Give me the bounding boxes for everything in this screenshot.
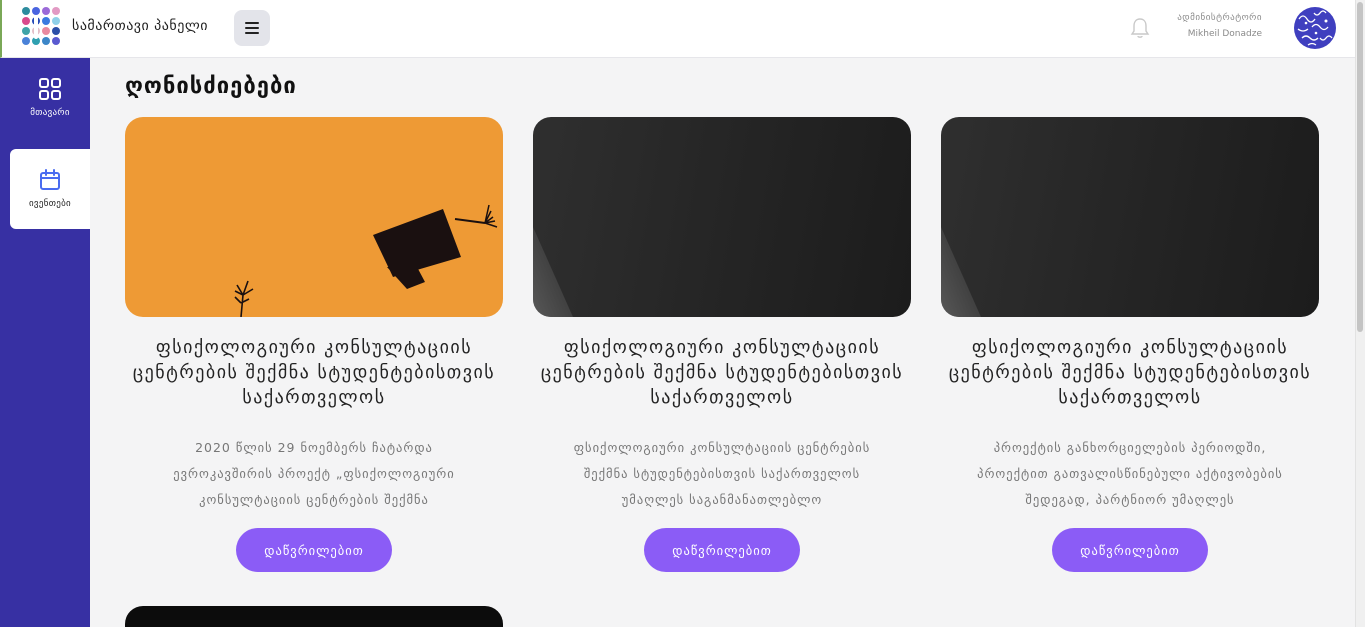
avatar[interactable] xyxy=(1294,7,1336,49)
read-more-button[interactable]: დაწვრილებით xyxy=(236,528,392,572)
page-title: ღონისძიებები xyxy=(125,74,297,99)
hamburger-icon xyxy=(245,22,259,34)
top-bar: სამართავი პანელი ადმინისტრატორი Mikheil … xyxy=(0,0,1355,58)
event-description: ფსიქოლოგიური კონსულტაციის ცენტრების შექმ… xyxy=(573,440,871,507)
event-title[interactable]: ფსიქოლოგიური კონსულტაციის ცენტრების შექმ… xyxy=(533,335,911,411)
event-card-partial[interactable] xyxy=(125,606,503,627)
event-image[interactable] xyxy=(533,117,911,317)
user-role: ადმინისტრატორი xyxy=(1177,13,1262,23)
sidebar-item-label: მთავარი xyxy=(30,108,70,118)
event-image[interactable] xyxy=(941,117,1319,317)
sidebar-item-events[interactable]: ივენთები xyxy=(10,149,90,229)
event-description: 2020 წლის 29 ნოემბერს ჩატარდა ევროკავშირ… xyxy=(173,440,455,507)
sidebar-item-label: ივენთები xyxy=(28,199,72,209)
sidebar: მთავარი ივენთები xyxy=(0,58,90,627)
event-card: ფსიქოლოგიური კონსულტაციის ცენტრების შექმ… xyxy=(533,117,911,572)
event-description: პროექტის განხორციელების პერიოდში, პროექტ… xyxy=(977,440,1283,507)
scrollbar-thumb[interactable] xyxy=(1357,2,1363,332)
grid-icon xyxy=(39,78,61,100)
read-more-button[interactable]: დაწვრილებით xyxy=(644,528,800,572)
logo-icon xyxy=(20,7,64,51)
sidebar-item-home[interactable]: მთავარი xyxy=(10,58,90,138)
event-card: ფსიქოლოგიური კონსულტაციის ცენტრების შექმ… xyxy=(941,117,1319,572)
event-title[interactable]: ფსიქოლოგიური კონსულტაციის ცენტრების შექმ… xyxy=(941,335,1319,411)
calendar-icon xyxy=(40,169,60,190)
brand-title: სამართავი პანელი xyxy=(72,18,208,34)
event-image[interactable] xyxy=(125,117,503,317)
bell-icon[interactable] xyxy=(1130,17,1150,39)
read-more-button[interactable]: დაწვრილებით xyxy=(1052,528,1208,572)
user-name: Mikheil Donadze xyxy=(1187,29,1262,39)
event-card: ფსიქოლოგიური კონსულტაციის ცენტრების შექმ… xyxy=(125,117,503,572)
event-title[interactable]: ფსიქოლოგიური კონსულტაციის ცენტრების შექმ… xyxy=(125,335,503,411)
menu-toggle-button[interactable] xyxy=(234,10,270,46)
